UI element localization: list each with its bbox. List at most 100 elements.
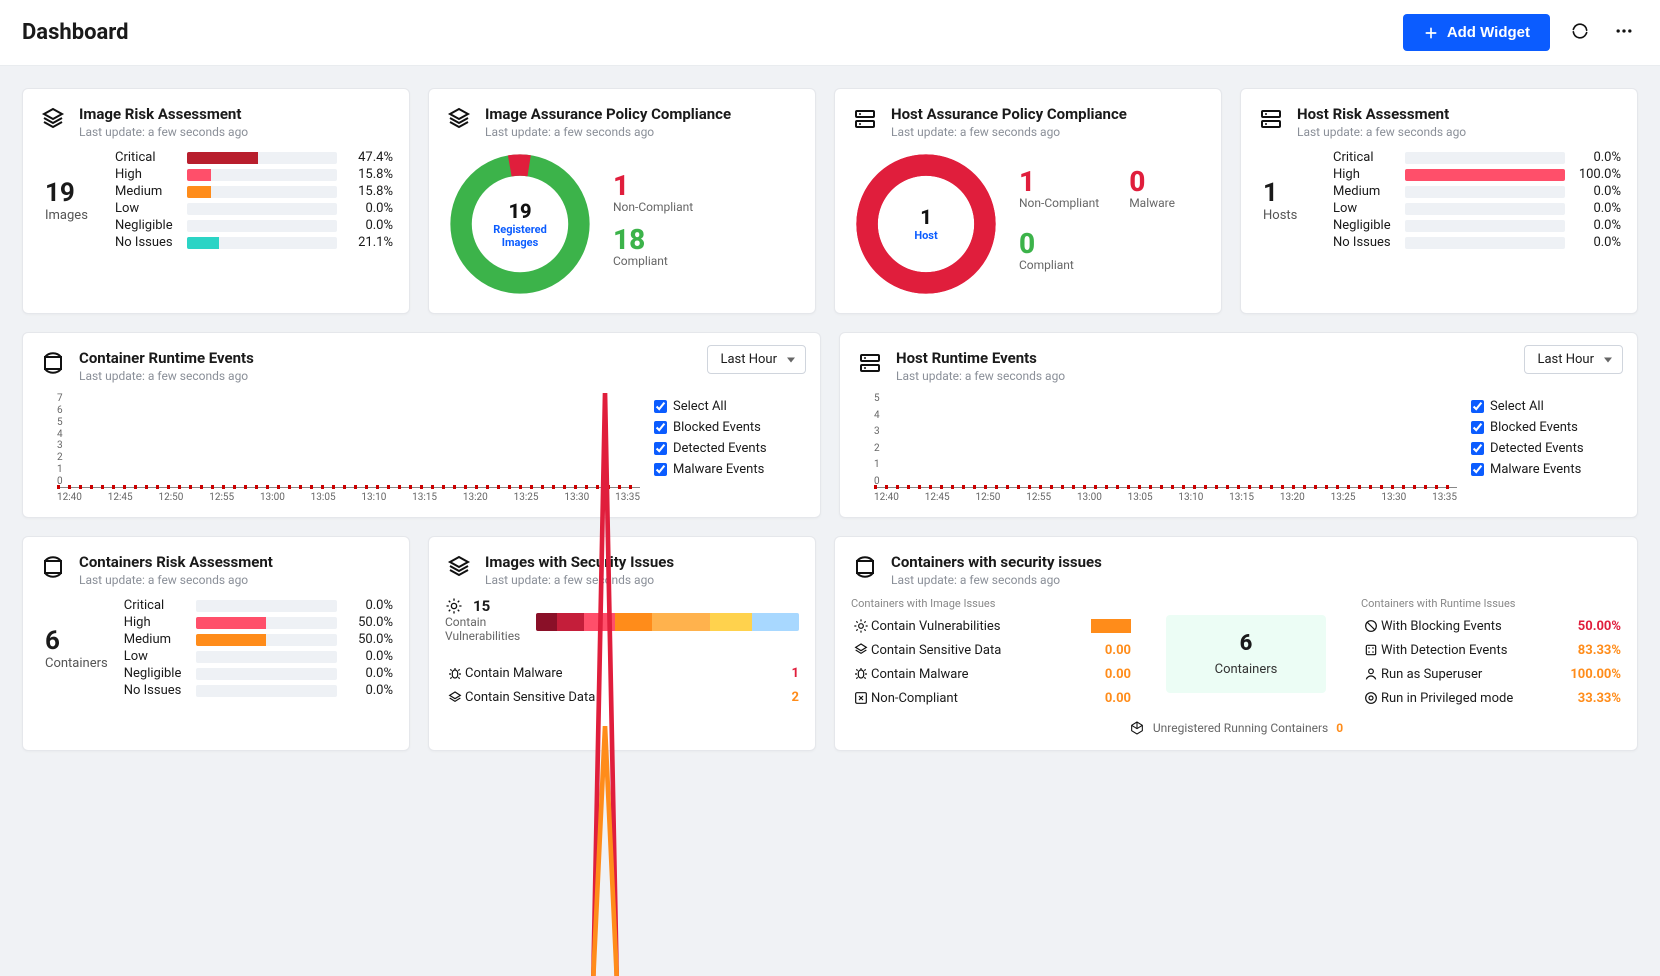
legend-label: Select All (1490, 399, 1544, 414)
legend-label: Select All (673, 399, 727, 414)
risk-pct: 0.0% (1565, 235, 1621, 250)
legend-checkbox[interactable] (1471, 400, 1484, 413)
risk-bar (187, 203, 337, 215)
widget-title: Host Risk Assessment (1297, 105, 1466, 123)
risk-pct: 0.0% (337, 201, 393, 216)
legend-checkbox[interactable] (1471, 463, 1484, 476)
legend-item[interactable]: Blocked Events (1471, 420, 1621, 435)
risk-label: Negligible (115, 218, 187, 233)
widget-icon (39, 105, 67, 133)
risk-count: 1 (1263, 178, 1317, 208)
legend-checkbox[interactable] (1471, 421, 1484, 434)
issue-label: Non-Compliant (871, 691, 1105, 706)
risk-bar (187, 237, 337, 249)
legend-item[interactable]: Malware Events (1471, 462, 1621, 477)
noncompliant-label: Non-Compliant (613, 200, 693, 214)
compliance-donut: 19RegisteredImages (445, 149, 595, 299)
chart-y-axis: 543210 (874, 393, 880, 487)
risk-bar (1405, 203, 1565, 215)
risk-count-label: Images (45, 208, 99, 223)
cube-icon (1129, 720, 1145, 736)
more-button[interactable] (1610, 17, 1638, 48)
risk-bar (1405, 220, 1565, 232)
risk-pct: 100.0% (1565, 167, 1621, 182)
legend-checkbox[interactable] (654, 442, 667, 455)
legend-label: Blocked Events (673, 420, 761, 435)
legend-item[interactable]: Detected Events (654, 441, 804, 456)
chart-x-axis: 12:4012:4512:5012:5513:0013:0513:1013:15… (874, 492, 1457, 503)
legend-label: Malware Events (1490, 462, 1581, 477)
legend-item[interactable]: Blocked Events (654, 420, 804, 435)
legend-item[interactable]: Malware Events (654, 462, 804, 477)
header: Dashboard Add Widget (0, 0, 1660, 66)
legend-checkbox[interactable] (654, 400, 667, 413)
legend-label: Malware Events (673, 462, 764, 477)
legend-item[interactable]: Detected Events (1471, 441, 1621, 456)
noncompliant-count: 1 (1019, 168, 1099, 196)
legend-checkbox[interactable] (1471, 442, 1484, 455)
unregistered-value: 0 (1336, 721, 1343, 735)
widget-host-compliance: Host Assurance Policy Compliance Last up… (834, 88, 1222, 314)
widget-icon (851, 553, 879, 581)
widget-container-events: Container Runtime Events Last update: a … (22, 332, 821, 518)
risk-pct: 0.0% (1565, 201, 1621, 216)
widget-title: Container Runtime Events (79, 349, 254, 367)
compliance-donut: 1Host (851, 149, 1001, 299)
more-icon (1614, 21, 1634, 41)
issue-label: Contain Vulnerabilities (871, 619, 1091, 634)
containers-total-label: Containers (1174, 662, 1318, 677)
legend-label: Detected Events (1490, 441, 1584, 456)
risk-label: Critical (115, 150, 187, 165)
noncompliant-count: 1 (613, 172, 693, 200)
widget-containers-security: Containers with security issues Last upd… (834, 536, 1638, 751)
issue-value: 0.00 (1105, 691, 1131, 706)
issue-value: 100.00% (1570, 667, 1621, 682)
malware-count: 0 (1129, 168, 1175, 196)
legend-item[interactable]: Select All (654, 399, 804, 414)
compliant-label: Compliant (1019, 258, 1175, 272)
risk-bar (1405, 169, 1565, 181)
widget-host-risk: Host Risk Assessment Last update: a few … (1240, 88, 1638, 314)
issue-icon (1361, 618, 1381, 634)
risk-pct: 15.8% (337, 167, 393, 182)
issue-icon (1361, 642, 1381, 658)
plus-icon (1423, 25, 1439, 41)
noncompliant-label: Non-Compliant (1019, 196, 1099, 210)
issue-icon (851, 642, 871, 658)
risk-label: Medium (1333, 184, 1405, 199)
issue-value: 33.33% (1578, 691, 1621, 706)
risk-bar (187, 169, 337, 181)
containers-total: 6 (1174, 631, 1318, 656)
runtime-issues-heading: Containers with Runtime Issues (1361, 597, 1621, 610)
widget-host-events: Host Runtime Events Last update: a few s… (839, 332, 1638, 518)
widget-subtitle: Last update: a few seconds ago (891, 125, 1127, 139)
risk-pct: 0.0% (337, 218, 393, 233)
refresh-button[interactable] (1566, 17, 1594, 48)
legend-checkbox[interactable] (654, 463, 667, 476)
time-range-select[interactable]: Last Hour (707, 345, 806, 374)
risk-label: Medium (115, 184, 187, 199)
risk-pct: 0.0% (1565, 184, 1621, 199)
risk-label: No Issues (115, 235, 187, 250)
add-widget-button[interactable]: Add Widget (1403, 14, 1550, 51)
legend-item[interactable]: Select All (1471, 399, 1621, 414)
legend-checkbox[interactable] (654, 421, 667, 434)
issue-label: With Blocking Events (1381, 619, 1578, 634)
widget-subtitle: Last update: a few seconds ago (485, 125, 731, 139)
compliant-label: Compliant (613, 254, 693, 268)
issue-bar (1091, 619, 1131, 633)
risk-label: High (115, 167, 187, 182)
issue-label: Run as Superuser (1381, 667, 1570, 682)
issue-icon (851, 666, 871, 682)
risk-pct: 15.8% (337, 184, 393, 199)
risk-label: Low (1333, 201, 1405, 216)
risk-pct: 21.1% (337, 235, 393, 250)
issue-value: 0.00 (1105, 643, 1131, 658)
widget-subtitle: Last update: a few seconds ago (79, 369, 254, 383)
risk-bar (1405, 237, 1565, 249)
page-title: Dashboard (22, 20, 129, 45)
time-range-select[interactable]: Last Hour (1524, 345, 1623, 374)
widget-icon (39, 349, 67, 377)
chart-legend: Select All Blocked Events Detected Events M… (654, 393, 804, 503)
issue-value: 1 (792, 666, 799, 681)
